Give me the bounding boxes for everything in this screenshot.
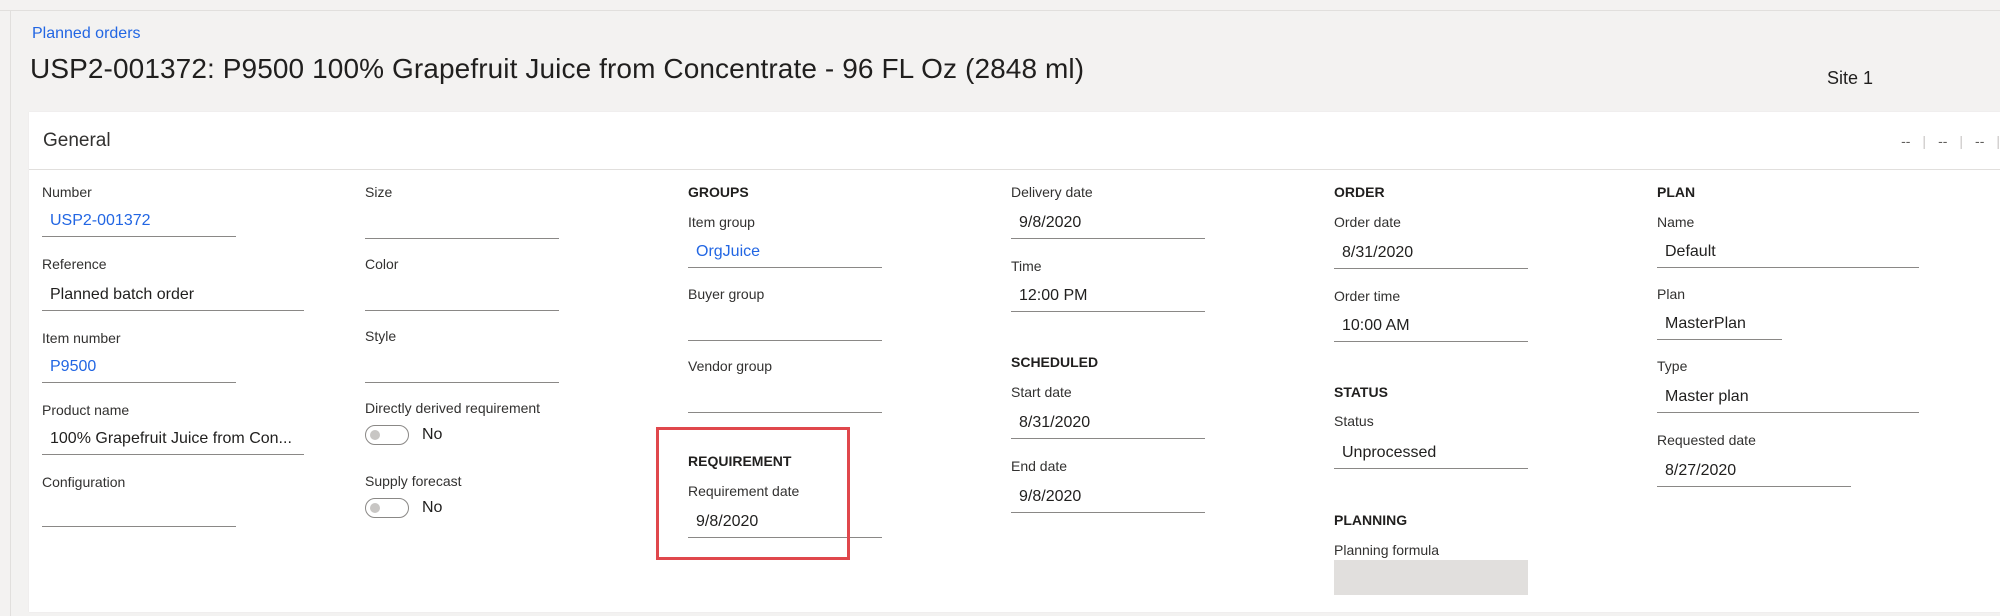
item-number-field[interactable]: P9500 [42, 352, 236, 383]
planning-formula-label: Planning formula [1334, 542, 1440, 558]
product-name-value: 100% Grapefruit Juice from Con... [50, 430, 292, 447]
status-header: STATUS [1334, 384, 1388, 400]
style-label: Style [365, 328, 397, 344]
configuration-label: Configuration [42, 474, 126, 490]
reference-field[interactable]: Planned batch order [42, 280, 304, 311]
separator: | [1922, 133, 1927, 149]
item-group-label: Item group [688, 214, 755, 230]
separator: | [1996, 133, 2000, 149]
delivery-date-value: 9/8/2020 [1019, 214, 1082, 231]
plan-field[interactable]: MasterPlan [1657, 309, 1782, 340]
planning-header: PLANNING [1334, 512, 1408, 528]
summary-value-3: -- [1975, 133, 1985, 149]
size-label: Size [365, 184, 393, 200]
requested-date-label: Requested date [1657, 432, 1756, 448]
buyer-group-field[interactable] [688, 310, 882, 341]
general-title: General [43, 130, 111, 151]
directly-derived-toggle[interactable] [365, 425, 409, 445]
summary-value-1: -- [1901, 133, 1911, 149]
item-number-value[interactable]: P9500 [50, 358, 96, 376]
plan-name-field[interactable]: Default [1657, 237, 1919, 268]
number-field[interactable]: USP2-001372 [42, 206, 236, 237]
site-label: Site 1 [1827, 68, 1874, 88]
planning-formula-field [1334, 560, 1528, 595]
breadcrumb[interactable]: Planned orders [32, 25, 141, 43]
left-border [10, 10, 11, 616]
requested-date-field[interactable]: 8/27/2020 [1657, 456, 1851, 487]
time-label: Time [1011, 258, 1042, 274]
status-label: Status [1334, 413, 1374, 429]
separator: | [1959, 133, 1964, 149]
color-label: Color [365, 256, 399, 272]
page-title: USP2-001372: P9500 100% Grapefruit Juice… [30, 53, 1085, 84]
header-summary: -- | -- | -- | [1901, 133, 2000, 149]
order-time-value: 10:00 AM [1342, 317, 1410, 334]
delivery-date-field[interactable]: 9/8/2020 [1011, 208, 1205, 239]
requested-date-value: 8/27/2020 [1665, 462, 1737, 479]
summary-value-2: -- [1938, 133, 1948, 149]
time-field[interactable]: 12:00 PM [1011, 281, 1205, 312]
type-field[interactable]: Master plan [1657, 382, 1919, 413]
plan-value: MasterPlan [1665, 315, 1746, 332]
reference-value: Planned batch order [50, 286, 195, 303]
vendor-group-label: Vendor group [688, 358, 773, 374]
type-label: Type [1657, 358, 1688, 374]
configuration-field[interactable] [42, 496, 236, 527]
color-field[interactable] [365, 280, 559, 311]
start-date-field[interactable]: 8/31/2020 [1011, 408, 1205, 439]
general-header[interactable]: General -- | -- | -- | [29, 112, 2000, 170]
plan-name-label: Name [1657, 214, 1695, 230]
reference-label: Reference [42, 256, 107, 272]
buyer-group-label: Buyer group [688, 286, 765, 302]
directly-derived-label: Directly derived requirement [365, 400, 541, 416]
status-value: Unprocessed [1342, 444, 1437, 461]
groups-header: GROUPS [688, 184, 749, 200]
size-field[interactable] [365, 208, 559, 239]
start-date-value: 8/31/2020 [1019, 414, 1091, 431]
top-border [0, 10, 2000, 11]
style-field[interactable] [365, 352, 559, 383]
item-number-label: Item number [42, 330, 121, 346]
order-time-field[interactable]: 10:00 AM [1334, 311, 1528, 342]
scheduled-header: SCHEDULED [1011, 354, 1099, 370]
supply-forecast-label: Supply forecast [365, 473, 462, 489]
order-date-label: Order date [1334, 214, 1401, 230]
plan-name-value: Default [1665, 243, 1716, 260]
item-group-field[interactable]: OrgJuice [688, 237, 882, 268]
order-time-label: Order time [1334, 288, 1401, 304]
order-date-value: 8/31/2020 [1342, 244, 1414, 261]
delivery-date-label: Delivery date [1011, 184, 1093, 200]
plan-header: PLAN [1657, 184, 1696, 200]
order-date-field[interactable]: 8/31/2020 [1334, 238, 1528, 269]
product-name-label: Product name [42, 402, 130, 418]
number-value[interactable]: USP2-001372 [50, 212, 151, 230]
highlight-box [656, 427, 850, 560]
item-group-value[interactable]: OrgJuice [696, 243, 760, 261]
vendor-group-field[interactable] [688, 382, 882, 413]
end-date-label: End date [1011, 458, 1068, 474]
directly-derived-value: No [422, 426, 443, 443]
end-date-field[interactable]: 9/8/2020 [1011, 482, 1205, 513]
number-label: Number [42, 184, 92, 200]
product-name-field[interactable]: 100% Grapefruit Juice from Con... [42, 424, 304, 455]
supply-forecast-value: No [422, 499, 443, 516]
order-header: ORDER [1334, 184, 1385, 200]
type-value: Master plan [1665, 388, 1749, 405]
status-field[interactable]: Unprocessed [1334, 438, 1528, 469]
plan-label: Plan [1657, 286, 1686, 302]
start-date-label: Start date [1011, 384, 1072, 400]
time-value: 12:00 PM [1019, 287, 1088, 304]
end-date-value: 9/8/2020 [1019, 488, 1082, 505]
supply-forecast-toggle[interactable] [365, 498, 409, 518]
